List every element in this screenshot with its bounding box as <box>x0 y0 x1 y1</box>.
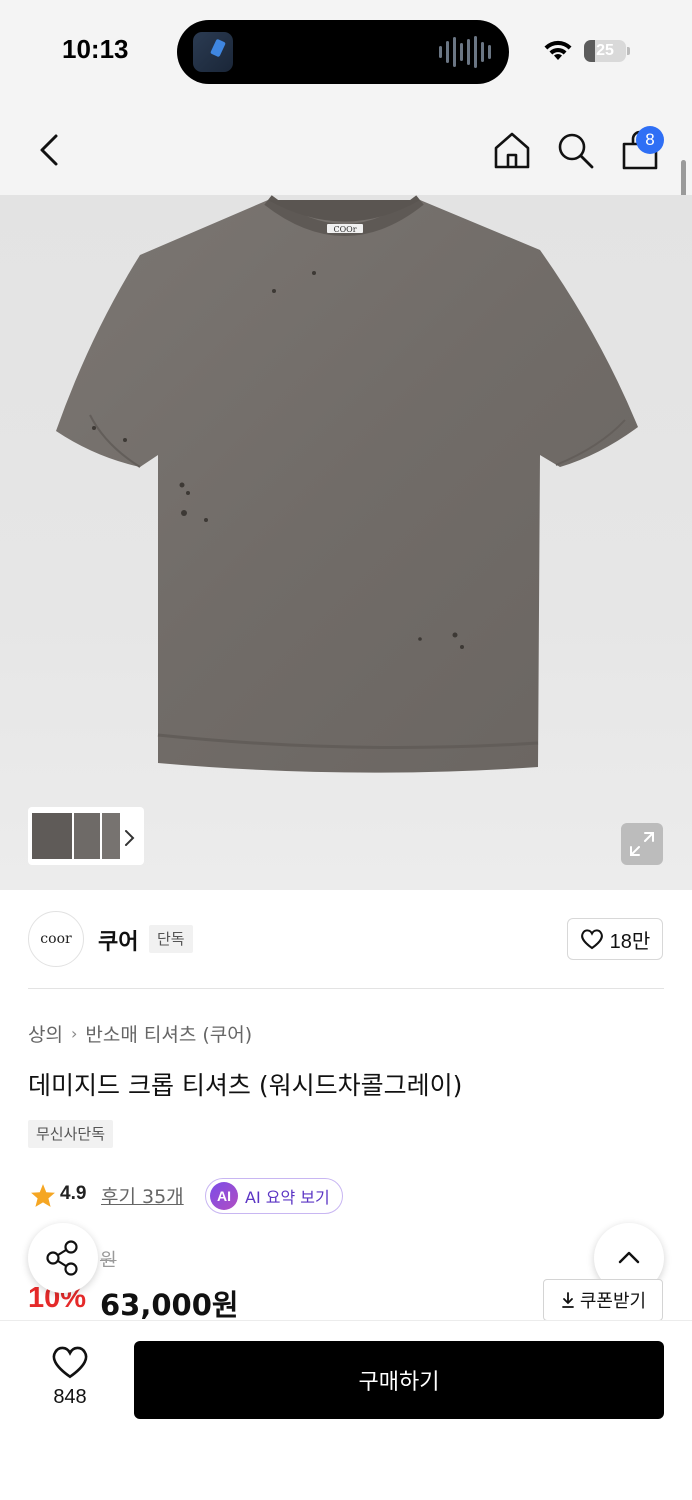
wifi-icon <box>544 40 572 60</box>
status-bar: 10:13 25 <box>0 0 692 100</box>
battery-icon: 25 <box>584 40 626 62</box>
wishlist-count: 848 <box>53 1386 87 1408</box>
wishlist-heart-icon[interactable] <box>50 1344 90 1380</box>
product-image[interactable]: COOr <box>0 195 692 890</box>
brand-like-button[interactable]: 18만 <box>567 918 663 960</box>
product-title: 데미지드 크롭 티셔츠 (워시드차콜그레이) <box>28 1071 463 1100</box>
ai-summary-label: AI 요약 보기 <box>245 1188 330 1207</box>
thumbnail-2[interactable] <box>74 813 100 859</box>
brand-logo[interactable]: coor <box>28 911 84 967</box>
sale-price: 63,000원 <box>100 1288 239 1322</box>
original-price: 원 <box>100 1250 117 1271</box>
star-icon <box>31 1184 55 1207</box>
cart-count-badge: 8 <box>636 126 664 154</box>
thumbnail-1[interactable] <box>32 813 72 859</box>
coupon-label: 쿠폰받기 <box>579 1291 647 1312</box>
dynamic-island <box>177 20 509 84</box>
brand-like-count: 18만 <box>609 930 651 953</box>
breadcrumb: 상의 › 반소매 티셔츠 (쿠어) <box>28 1020 252 1047</box>
brand-name[interactable]: 쿠어 <box>98 924 138 956</box>
audio-waveform-icon <box>439 36 491 68</box>
status-time: 10:13 <box>62 34 129 64</box>
breadcrumb-chevron-icon: › <box>70 1024 78 1043</box>
heart-icon <box>580 929 603 950</box>
share-icon <box>46 1240 78 1276</box>
ai-summary-button[interactable]: AI AI 요약 보기 <box>205 1178 343 1214</box>
shirt-label-text: COOr <box>333 225 356 234</box>
thumbnail-next-chevron-icon[interactable] <box>122 826 138 850</box>
download-icon <box>561 1292 574 1308</box>
buy-button[interactable]: 구매하기 <box>134 1341 664 1419</box>
home-icon[interactable] <box>490 128 534 172</box>
tshirt-photo: COOr <box>56 195 638 773</box>
exclusive-tag: 무신사단독 <box>28 1120 114 1148</box>
brand-exclusive-tag: 단독 <box>149 925 193 953</box>
expand-image-button[interactable] <box>621 823 663 865</box>
rating-value: 4.9 <box>60 1183 87 1204</box>
battery-level: 25 <box>596 42 614 59</box>
top-nav <box>0 100 692 195</box>
breadcrumb-subcategory[interactable]: 반소매 티셔츠 (쿠어) <box>85 1020 252 1047</box>
divider <box>28 988 664 989</box>
search-icon[interactable] <box>553 128 597 172</box>
breadcrumb-category[interactable]: 상의 <box>28 1020 63 1047</box>
back-chevron-icon[interactable] <box>30 130 70 170</box>
share-button[interactable] <box>28 1223 98 1293</box>
reviews-link[interactable]: 후기 35개 <box>101 1182 184 1209</box>
battery-nub <box>627 47 630 55</box>
ai-badge-icon: AI <box>210 1182 238 1210</box>
expand-icon <box>630 832 654 856</box>
thumbnail-3[interactable] <box>102 813 120 859</box>
island-app-icon <box>193 32 233 72</box>
coupon-button[interactable]: 쿠폰받기 <box>543 1279 663 1321</box>
